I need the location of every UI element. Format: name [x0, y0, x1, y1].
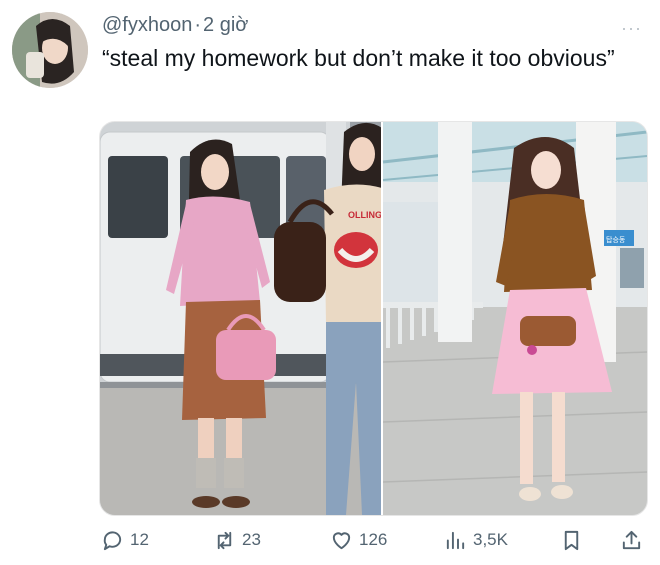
like-button[interactable]: 126: [330, 522, 387, 558]
bookmark-icon: [564, 530, 579, 550]
reply-count: 12: [130, 530, 149, 549]
action-bar: 12 23 126 3,5K: [0, 522, 660, 558]
share-icon: [622, 530, 641, 549]
separator-dot: ·: [194, 14, 202, 36]
author-handle[interactable]: @fyxhoon: [102, 14, 192, 36]
views-count: 3,5K: [473, 530, 508, 549]
tweet-header: @fyxhoon · 2 giờ: [102, 14, 248, 37]
repost-icon: [217, 531, 232, 549]
tweet-media[interactable]: OLLING STONES 탑승동: [99, 121, 648, 516]
more-options-icon[interactable]: ···: [621, 18, 642, 39]
wall-sign-text: 탑승동: [606, 236, 626, 244]
tweet-text: “steal my homework but don’t make it too…: [102, 45, 615, 71]
right-photo: 탑승동: [382, 122, 647, 515]
repost-button[interactable]: 23: [213, 522, 261, 558]
tweet-timestamp[interactable]: 2 giờ: [203, 14, 248, 36]
reply-icon: [103, 530, 122, 550]
reply-button[interactable]: 12: [101, 522, 149, 558]
like-count: 126: [359, 530, 388, 549]
left-photo: OLLING STONES: [100, 122, 421, 515]
views-button[interactable]: 3,5K: [444, 522, 508, 558]
repost-count: 23: [242, 530, 261, 549]
like-icon: [332, 531, 351, 549]
share-button[interactable]: [620, 522, 643, 558]
avatar[interactable]: [12, 12, 88, 88]
photo-collage: OLLING STONES 탑승동: [100, 122, 647, 515]
bookmark-button[interactable]: [560, 522, 583, 558]
views-icon: [446, 531, 465, 549]
